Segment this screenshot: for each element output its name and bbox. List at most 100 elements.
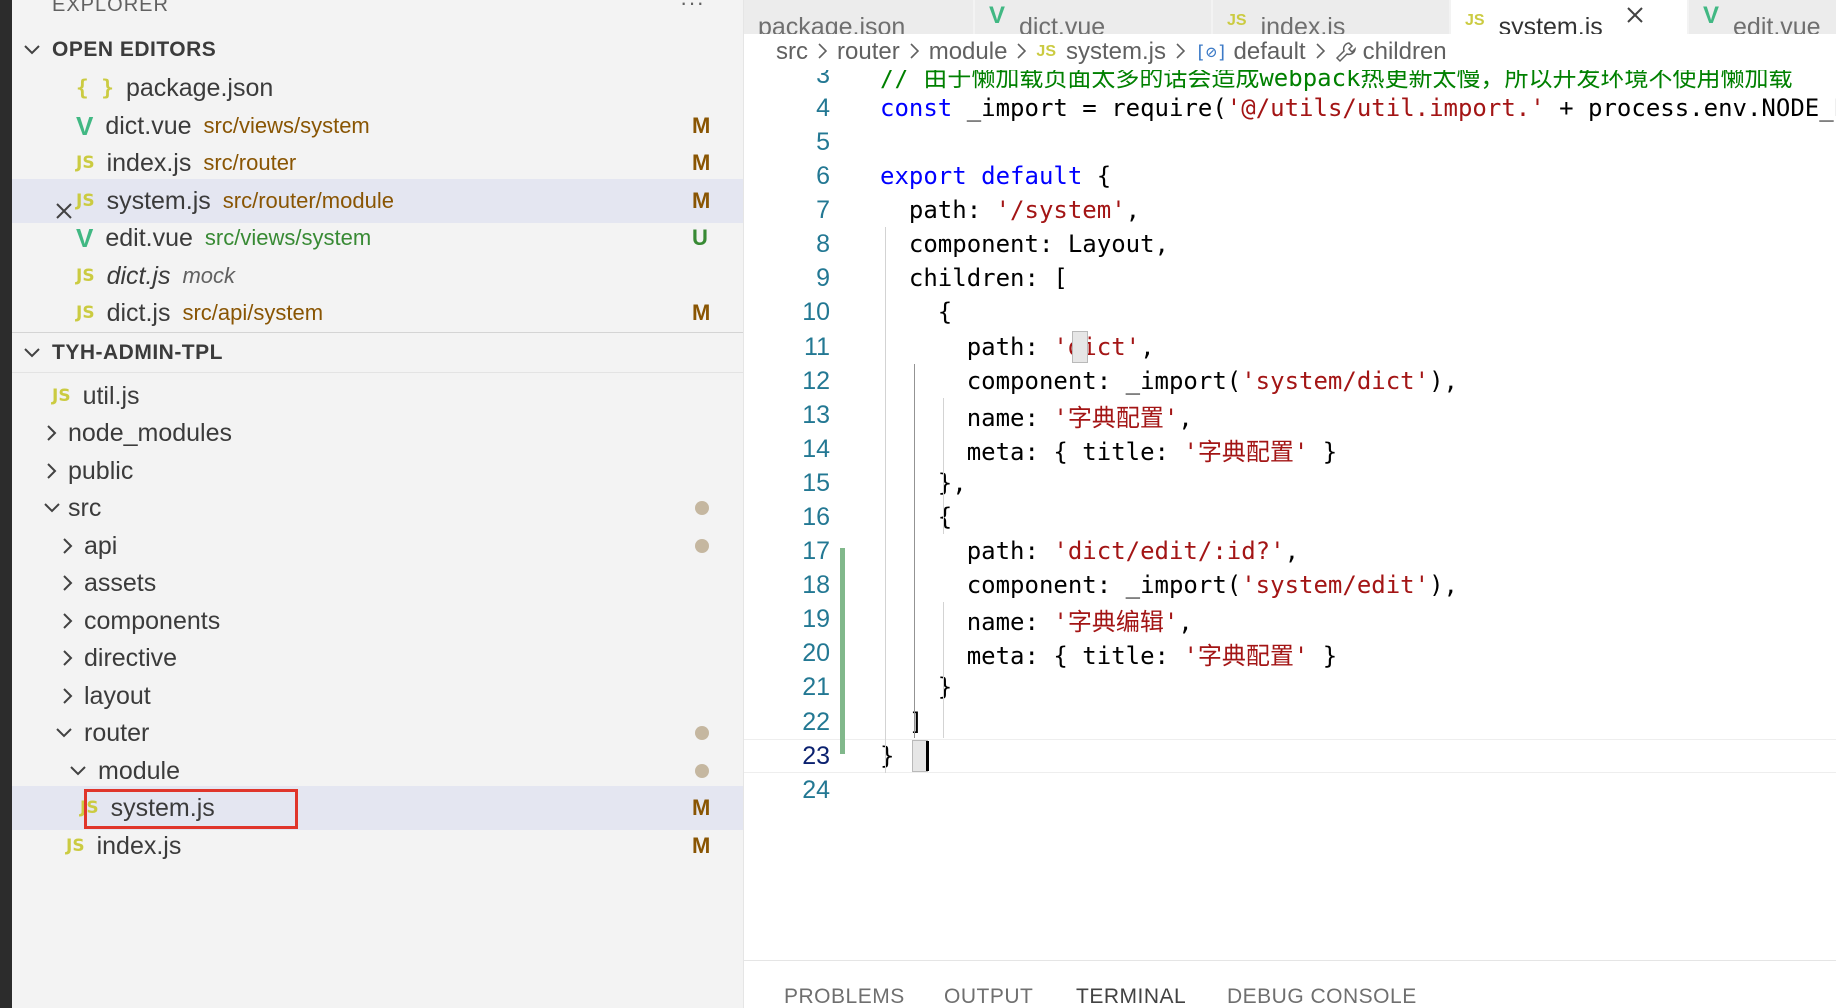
tab-label: index.js — [1260, 13, 1346, 34]
line-number: 18 — [802, 570, 830, 599]
line-number: 8 — [816, 229, 830, 258]
tab-output[interactable]: OUTPUT — [944, 985, 1033, 1008]
line-number: 13 — [802, 400, 830, 429]
breadcrumb: src router module JS system.js [⊘] defau… — [744, 34, 1836, 70]
chevron-right-icon — [1176, 38, 1186, 66]
line-number: 5 — [816, 127, 830, 156]
project-header[interactable]: TYH-ADMIN-TPL — [12, 333, 743, 373]
breadcrumb-item[interactable]: router — [837, 38, 900, 66]
open-editors-header[interactable]: OPEN EDITORS — [12, 30, 743, 70]
tab-package-json[interactable]: package.json — [744, 0, 974, 34]
breadcrumb-item[interactable]: system.js — [1066, 38, 1166, 66]
tab-dict-vue[interactable]: V dict.vue — [975, 0, 1212, 34]
editor-tabs: package.json V dict.vue JS index.js JS s… — [744, 0, 1836, 34]
line-number: 22 — [802, 707, 830, 736]
tab-system-js[interactable]: JS system.js — [1451, 0, 1688, 34]
tree-item-file[interactable]: JS index.js M — [12, 824, 743, 868]
line-number: 4 — [816, 93, 830, 122]
chevron-right-icon — [38, 425, 66, 441]
js-file-icon: JS — [80, 798, 99, 818]
breadcrumb-item[interactable]: default — [1234, 38, 1306, 66]
tree-item-label: node_modules — [68, 418, 233, 447]
code-line: 12 component: _import('system/dict'), — [744, 364, 1836, 398]
code-line: 4 const _import = require('@/utils/util.… — [744, 91, 1836, 125]
line-number: 19 — [802, 604, 830, 633]
modified-dot — [695, 764, 709, 778]
chevron-right-icon — [54, 650, 82, 666]
open-editor-name: index.js — [106, 148, 192, 177]
code-text: name: '字典编辑', — [880, 607, 1193, 636]
code-line: 22 ] — [744, 705, 1836, 739]
modified-dot — [695, 539, 709, 553]
code-text: }, — [880, 469, 967, 497]
open-editors-title: OPEN EDITORS — [52, 38, 217, 61]
chevron-right-icon — [818, 38, 828, 66]
open-editor-name: dict.vue — [105, 111, 192, 140]
tree-item-label: layout — [84, 681, 151, 710]
tab-problems[interactable]: PROBLEMS — [784, 985, 905, 1008]
line-number: 24 — [802, 775, 830, 804]
code-text: name: '字典配置', — [880, 403, 1193, 432]
tab-label: system.js — [1498, 13, 1603, 34]
indent-guide-active — [914, 364, 915, 738]
js-file-icon: JS — [52, 386, 71, 406]
chevron-right-icon — [1017, 38, 1027, 66]
code-text: export default { — [880, 162, 1112, 190]
line-number: 11 — [804, 332, 830, 361]
js-file-icon: JS — [66, 836, 85, 856]
git-status-badge: U — [692, 225, 708, 250]
vue-icon: V — [76, 110, 94, 141]
project-title: TYH-ADMIN-TPL — [52, 341, 223, 364]
more-actions-icon[interactable]: ··· — [680, 0, 705, 16]
code-text: path: 'dict', — [880, 333, 1155, 361]
tab-terminal[interactable]: TERMINAL — [1076, 985, 1186, 1008]
tab-edit-vue[interactable]: V edit.vue — [1689, 0, 1836, 34]
bottom-panel: PROBLEMS OUTPUT TERMINAL DEBUG CONSOLE — [744, 960, 1836, 1008]
breadcrumb-item[interactable]: children — [1363, 38, 1447, 66]
breadcrumb-item[interactable]: module — [929, 38, 1008, 66]
code-line: 8 component: Layout, — [744, 227, 1836, 261]
js-file-icon: JS — [76, 153, 95, 173]
chevron-down-icon — [64, 766, 92, 776]
line-number: 12 — [802, 366, 830, 395]
chevron-right-icon — [54, 538, 82, 554]
wrench-icon — [1335, 41, 1357, 63]
open-editor-path: src/router — [203, 150, 297, 175]
code-text: ] — [880, 708, 924, 736]
open-editor-item[interactable]: JS dict.js src/api/system M — [12, 291, 743, 335]
chevron-right-icon — [54, 688, 82, 704]
explorer-title: EXPLORER — [52, 0, 169, 16]
code-line: 18 component: _import('system/edit'), — [744, 568, 1836, 602]
chevron-right-icon — [1316, 38, 1325, 66]
explorer-sidebar: EXPLORER ··· OPEN EDITORS { } package.js… — [12, 0, 744, 1008]
js-file-icon: JS — [1465, 12, 1485, 29]
tree-item-label: module — [98, 756, 180, 785]
code-text: meta: { title: '字典配置' } — [880, 437, 1338, 466]
code-text: { — [880, 503, 953, 531]
tab-index-js[interactable]: JS index.js — [1213, 0, 1450, 34]
js-file-icon: JS — [1227, 12, 1247, 29]
chevron-down-icon — [12, 348, 52, 358]
line-number: 10 — [802, 297, 830, 326]
code-line: 13 name: '字典配置', — [744, 398, 1836, 432]
line-number: 17 — [802, 536, 830, 565]
code-line: 19 name: '字典编辑', — [744, 602, 1836, 636]
code-line: 14 meta: { title: '字典配置' } — [744, 432, 1836, 466]
close-icon[interactable] — [52, 189, 76, 219]
tab-debug-console[interactable]: DEBUG CONSOLE — [1227, 985, 1417, 1008]
bracket-match-highlight — [1072, 331, 1088, 363]
chevron-down-icon — [50, 728, 78, 738]
line-number: 7 — [816, 195, 830, 224]
breadcrumb-item[interactable]: src — [776, 38, 808, 66]
tab-label: edit.vue — [1733, 13, 1821, 34]
close-icon[interactable] — [1625, 3, 1645, 32]
code-text: component: Layout, — [880, 230, 1169, 258]
activity-bar — [0, 0, 12, 1008]
code-editor[interactable]: 3 // 由于懒加载页面太多的话会造成webpack热更新太慢，所以开发环境不使… — [744, 70, 1836, 960]
js-file-icon: JS — [76, 266, 95, 286]
chevron-right-icon — [910, 38, 919, 66]
code-text: component: _import('system/edit'), — [880, 571, 1458, 599]
code-line: 10 { — [744, 295, 1836, 329]
line-number: 23 — [802, 741, 830, 770]
open-editor-path: src/views/system — [204, 225, 372, 250]
